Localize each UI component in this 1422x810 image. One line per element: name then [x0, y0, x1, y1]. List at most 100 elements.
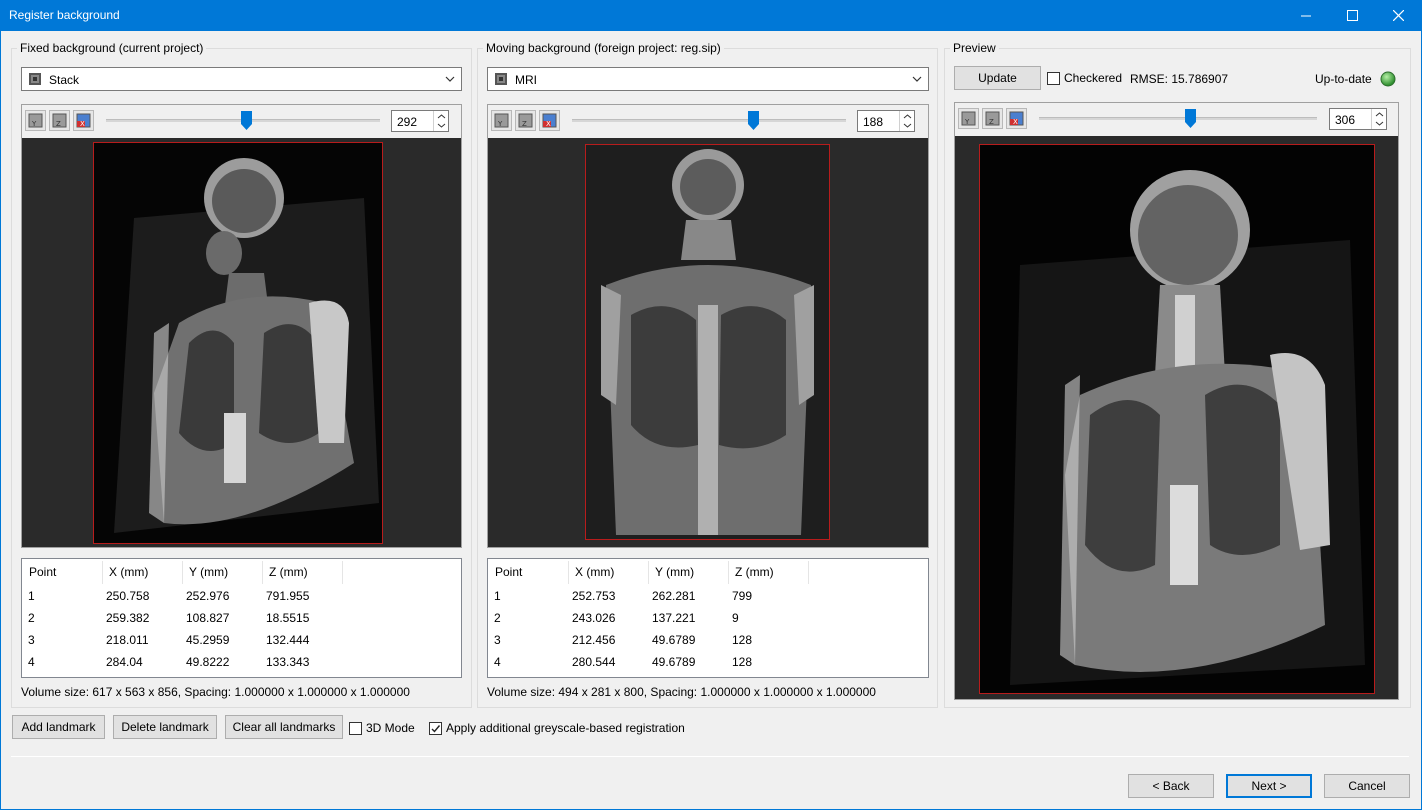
moving-group-title: Moving background (foreign project: reg.… [483, 41, 724, 55]
fixed-landmark-table[interactable]: Point X (mm) Y (mm) Z (mm) 1 250.758 252… [21, 558, 462, 678]
moving-slice-slider-track[interactable] [572, 119, 846, 122]
col-header-point[interactable]: Point [29, 565, 56, 579]
greyscale-registration-label: Apply additional greyscale-based registr… [446, 721, 685, 735]
table-cell[interactable]: 49.6789 [652, 655, 695, 669]
flip-x-button[interactable]: X [1006, 108, 1027, 129]
flip-x-icon: X [542, 113, 557, 128]
svg-text:Z: Z [989, 118, 994, 126]
svg-text:Y: Y [31, 120, 37, 128]
table-cell[interactable]: 1 [28, 589, 35, 603]
table-cell[interactable]: 791.955 [266, 589, 309, 603]
col-header-x[interactable]: X (mm) [109, 565, 148, 579]
title-bar: Register background [0, 0, 1422, 31]
fixed-slice-slider-thumb[interactable] [241, 111, 252, 130]
cancel-button[interactable]: Cancel [1324, 774, 1410, 798]
table-cell[interactable]: 250.758 [106, 589, 149, 603]
col-header-y[interactable]: Y (mm) [655, 565, 694, 579]
table-cell[interactable]: 132.444 [266, 633, 309, 647]
table-cell[interactable]: 128 [732, 655, 752, 669]
table-cell[interactable]: 108.827 [186, 611, 229, 625]
flip-z-button[interactable]: Z [515, 110, 536, 131]
flip-y-icon: Y [494, 113, 509, 128]
table-cell[interactable]: 18.5515 [266, 611, 309, 625]
maximize-button[interactable] [1329, 0, 1375, 31]
table-cell[interactable]: 243.026 [572, 611, 615, 625]
table-cell[interactable]: 280.544 [572, 655, 615, 669]
delete-landmark-button[interactable]: Delete landmark [113, 715, 217, 739]
update-button[interactable]: Update [954, 66, 1041, 90]
flip-z-button[interactable]: Z [982, 108, 1003, 129]
table-cell[interactable]: 45.2959 [186, 633, 229, 647]
table-cell[interactable]: 262.281 [652, 589, 695, 603]
preview-slice [979, 144, 1375, 694]
flip-x-button[interactable]: X [539, 110, 560, 131]
table-cell[interactable]: 2 [494, 611, 501, 625]
table-cell[interactable]: 3 [494, 633, 501, 647]
flip-y-button[interactable]: Y [25, 110, 46, 131]
moving-background-select[interactable]: MRI [487, 67, 929, 91]
moving-select-value: MRI [515, 73, 537, 87]
window-title: Register background [9, 8, 120, 22]
moving-slice-slider-thumb[interactable] [748, 111, 759, 130]
checkmark-icon [431, 724, 441, 733]
flip-y-button[interactable]: Y [958, 108, 979, 129]
checkbox-box[interactable] [1047, 71, 1060, 85]
preview-slice-value: 306 [1335, 113, 1356, 127]
table-cell[interactable]: 259.382 [106, 611, 149, 625]
table-cell[interactable]: 3 [28, 633, 35, 647]
table-cell[interactable]: 9 [732, 611, 739, 625]
table-cell[interactable]: 4 [494, 655, 501, 669]
col-header-x[interactable]: X (mm) [575, 565, 614, 579]
flip-y-icon: Y [961, 111, 976, 126]
preview-slice-spinbox[interactable]: 306 [1329, 108, 1387, 130]
table-cell[interactable]: 137.221 [652, 611, 695, 625]
table-cell[interactable]: 133.343 [266, 655, 309, 669]
col-header-y[interactable]: Y (mm) [189, 565, 228, 579]
next-button[interactable]: Next > [1226, 774, 1312, 798]
back-button[interactable]: < Back [1128, 774, 1214, 798]
table-cell[interactable]: 2 [28, 611, 35, 625]
fixed-background-select[interactable]: Stack [21, 67, 462, 91]
add-landmark-button[interactable]: Add landmark [12, 715, 105, 739]
col-header-z[interactable]: Z (mm) [269, 565, 308, 579]
flip-z-button[interactable]: Z [49, 110, 70, 131]
table-cell[interactable]: 252.753 [572, 589, 615, 603]
spin-arrows[interactable] [1371, 109, 1386, 129]
greyscale-registration-checkbox[interactable]: Apply additional greyscale-based registr… [429, 721, 685, 735]
preview-image-area[interactable] [955, 136, 1398, 699]
table-cell[interactable]: 252.976 [186, 589, 229, 603]
table-cell[interactable]: 49.8222 [186, 655, 229, 669]
table-cell[interactable]: 1 [494, 589, 501, 603]
status-led-icon [1380, 71, 1396, 87]
col-header-point[interactable]: Point [495, 565, 522, 579]
close-button[interactable] [1375, 0, 1421, 31]
table-cell[interactable]: 218.011 [106, 633, 149, 647]
checkered-checkbox[interactable]: Checkered [1047, 71, 1122, 85]
minimize-button[interactable] [1283, 0, 1329, 31]
preview-slice-slider-thumb[interactable] [1185, 109, 1196, 128]
preview-slice-slider-track[interactable] [1039, 117, 1317, 120]
fixed-viewer: Y Z X 292 [21, 104, 462, 548]
flip-y-button[interactable]: Y [491, 110, 512, 131]
moving-landmark-table[interactable]: Point X (mm) Y (mm) Z (mm) 1 252.753 262… [487, 558, 929, 678]
moving-image-area[interactable] [488, 138, 928, 547]
fixed-slice-spinbox[interactable]: 292 [391, 110, 449, 132]
table-cell[interactable]: 799 [732, 589, 752, 603]
3d-mode-checkbox[interactable]: 3D Mode [349, 721, 415, 735]
table-cell[interactable]: 4 [28, 655, 35, 669]
table-cell[interactable]: 284.04 [106, 655, 143, 669]
flip-x-button[interactable]: X [73, 110, 94, 131]
clear-all-landmarks-button[interactable]: Clear all landmarks [225, 715, 343, 739]
table-cell[interactable]: 212.456 [572, 633, 615, 647]
checkbox-box[interactable] [349, 721, 362, 735]
checkbox-box[interactable] [429, 721, 442, 735]
preview-group-title: Preview [950, 41, 999, 55]
spin-arrows[interactable] [433, 111, 448, 131]
fixed-ct-slice [93, 142, 383, 544]
table-cell[interactable]: 128 [732, 633, 752, 647]
fixed-image-area[interactable] [22, 138, 461, 547]
spin-arrows[interactable] [899, 111, 914, 131]
table-cell[interactable]: 49.6789 [652, 633, 695, 647]
moving-slice-spinbox[interactable]: 188 [857, 110, 915, 132]
col-header-z[interactable]: Z (mm) [735, 565, 774, 579]
